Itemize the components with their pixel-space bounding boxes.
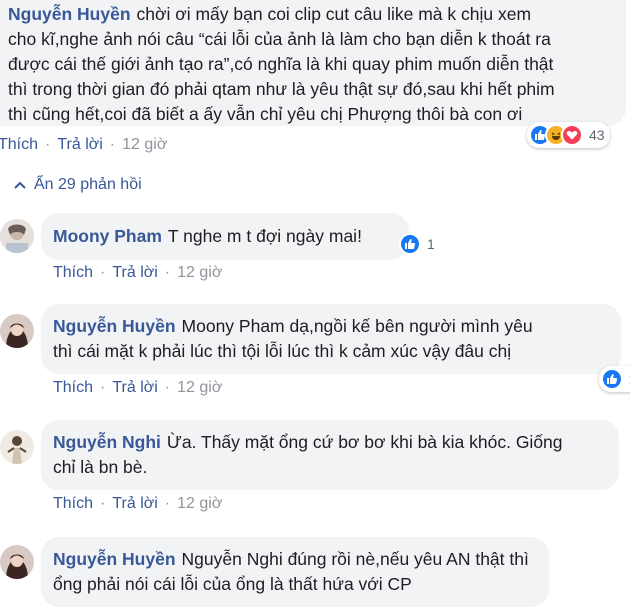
comment-text-line: được cái thế giới ảnh tạo ra”,có nghĩa l… [8,54,554,74]
chevron-up-icon [14,181,26,189]
comment-text-line: chỉ là bn bè. [53,457,148,477]
comment-text: T nghe m t đợi ngày mai! [167,226,362,246]
comment-text-line: Moony Pham dạ,ngồi kế bên người mình yêu [181,316,533,336]
hide-replies-label: Ẩn 29 phản hồi [34,176,142,193]
avatar[interactable] [0,545,34,579]
avatar[interactable] [0,314,34,348]
reply-link[interactable]: Trả lời [112,379,157,396]
reply-actions: Thích · Trả lời · 12 giờ [53,495,223,512]
comment-author[interactable]: Nguyễn Huyền [53,316,176,336]
reply-reactions[interactable]: 2 [599,366,630,392]
like-icon [601,368,623,390]
comment-text-line: thì cái mặt k phải lúc thì tội lỗi lúc t… [53,341,512,361]
reply-actions: Thích · Trả lời · 12 giờ [53,379,223,396]
comment-text-line: cho kĩ,nghe ảnh nói câu “cái lỗi của ảnh… [8,29,551,49]
reaction-count: 1 [427,236,435,252]
reaction-count: 43 [589,127,605,143]
avatar[interactable] [0,219,34,253]
like-link[interactable]: Thích [53,264,93,281]
like-link[interactable]: Thích [0,136,38,153]
timestamp[interactable]: 12 giờ [177,379,222,396]
comment-author[interactable]: Nguyễn Nghi [53,432,161,452]
comment-text-line: chời ơi mấy bạn coi clip cut câu like mà… [136,4,532,24]
avatar[interactable] [0,430,34,464]
reply-link[interactable]: Trả lời [112,264,157,281]
top-comment-actions: Thích · Trả lời · 12 giờ [0,136,168,153]
comment-text-line: Nguyễn Nghi đúng rồi nè,nếu yêu AN thật … [181,549,529,569]
reply-actions: Thích · Trả lời · 12 giờ [53,264,223,281]
comment-author[interactable]: Nguyễn Huyền [53,549,176,569]
comment-text-line: thì cũng hết,coi đã biết a ấy vẫn chỉ yê… [8,104,523,124]
comment-text-line: thì trong thời gian đó phải qtam như là … [8,79,555,99]
like-link[interactable]: Thích [53,379,93,396]
comment-text-line: Ừa. Thấy mặt ổng cứ bơ bơ khi bà kia khó… [166,432,563,452]
reply-bubble: Nguyễn Nghi Ừa. Thấy mặt ổng cứ bơ bơ khi… [41,420,619,490]
reply-bubble: Nguyễn Huyền Moony Pham dạ,ngồi kế bên ng… [41,304,621,374]
top-comment-bubble: Nguyễn Huyền chời ơi mấy bạn coi clip cut… [0,0,626,126]
timestamp[interactable]: 12 giờ [177,264,222,281]
reply-bubble: Nguyễn Huyền Nguyễn Nghi đúng rồi nè,nếu … [41,537,549,607]
top-comment-reactions[interactable]: 43 [527,122,610,148]
timestamp[interactable]: 12 giờ [122,136,167,153]
reply-link[interactable]: Trả lời [57,136,102,153]
comment-text-line: ổng phải nói cái lỗi của ổng là thất hứa… [53,574,412,594]
comment-author[interactable]: Nguyễn Huyền [8,4,131,24]
hide-replies-link[interactable]: Ẩn 29 phản hồi [14,176,142,194]
love-icon [561,124,583,146]
timestamp[interactable]: 12 giờ [177,495,222,512]
reply-reactions[interactable]: 1 [397,231,440,257]
like-link[interactable]: Thích [53,495,93,512]
reply-link[interactable]: Trả lời [112,495,157,512]
reply-bubble: Moony Pham T nghe m t đợi ngày mai! [41,213,409,260]
like-icon [399,233,421,255]
comment-author[interactable]: Moony Pham [53,226,162,246]
